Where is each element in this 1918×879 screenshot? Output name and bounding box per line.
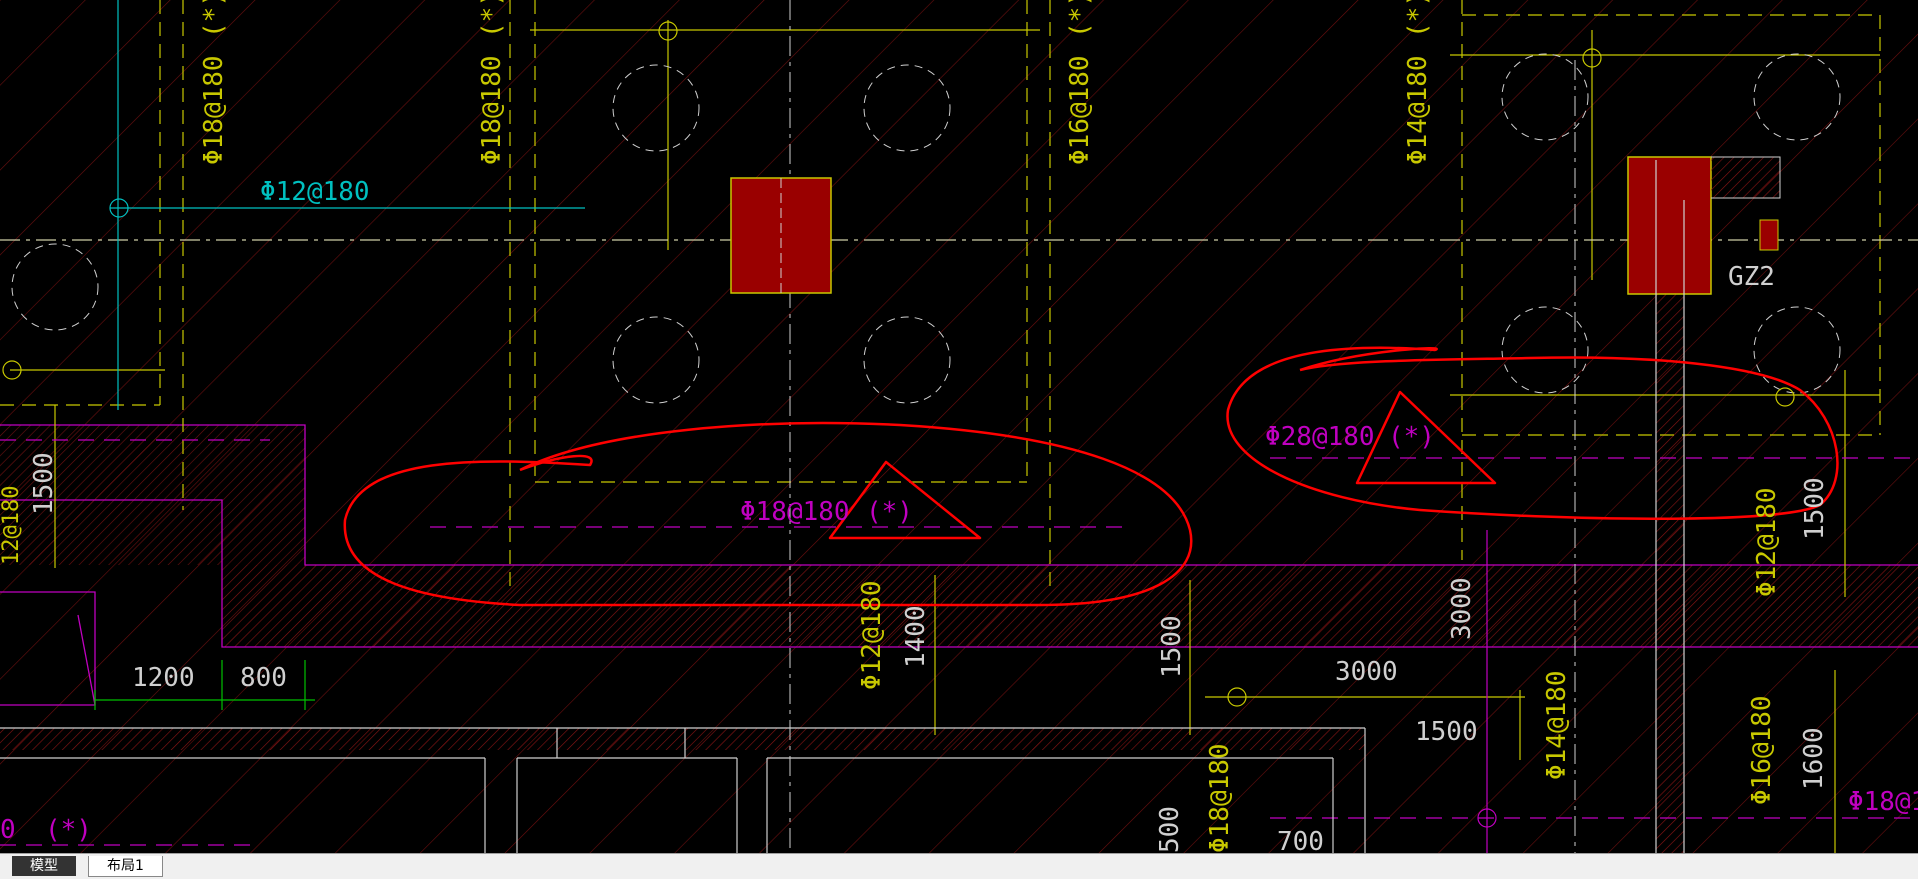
rebar-label-bottom-mid: Φ18@180 [1205,743,1235,853]
wall-bottom-hatch [0,728,1365,750]
rebar-label-top-4-star: (*) [1403,0,1433,38]
rebar-label-top-3: Φ16@180 [1065,55,1095,165]
rebar-label-top-4: Φ14@180 [1403,55,1433,165]
rebar-label-circled-right: Φ28@180 [1265,422,1375,452]
dim-800: 800 [240,663,287,693]
dim-1500-left: 1500 [29,452,59,515]
dim-1500-lower: 1500 [1415,717,1478,747]
column-red-gz2 [1627,156,1712,295]
dim-1600: 1600 [1799,727,1829,790]
rebar-label-top-1-star: (*) [199,0,229,38]
rebar-label-top-2-star: (*) [477,0,507,38]
rebar-label-vertical-mid: Φ12@180 [857,580,887,690]
rebar-label-vertical-right: Φ12@180 [1752,487,1782,597]
dim-500: 500 [1155,806,1185,853]
rebar-label-top-2: Φ18@180 [477,55,507,165]
rebar-label-left-frag: 12@180 [0,486,24,565]
layout-tab-bar: 模型 布局1 [0,853,1918,879]
dim-1200: 1200 [132,663,195,693]
rebar-label-bottom-left-star: (*) [45,815,92,845]
column-l-hatch [1711,156,1781,199]
rebar-label-top-3-star: (*) [1065,0,1095,38]
tab-layout1[interactable]: 布局1 [88,856,163,877]
rebar-label-circled-mid: Φ18@180 [740,497,850,527]
rebar-label-circled-mid-star: (*) [866,497,913,527]
rebar-label-cyan: Φ12@180 [260,177,370,207]
dim-1500-right: 1500 [1800,477,1830,540]
rebar-label-circled-right-star: (*) [1388,422,1435,452]
rebar-label-vertical-far-right: Φ16@180 [1747,695,1777,805]
rebar-label-bottom-left-frag: 0 [0,815,16,845]
dim-1500-mid: 1500 [1157,615,1187,678]
cad-drawing-canvas[interactable]: Φ18@180 (*) Φ18@180 (*) Φ16@180 (*) Φ14@… [0,0,1918,853]
rebar-label-top-1: Φ18@180 [199,55,229,165]
rebar-label-vertical-right2: Φ14@180 [1542,670,1572,780]
dim-1400: 1400 [901,605,931,668]
column-tag-gz2: GZ2 [1728,262,1775,292]
column-small-marker [1759,219,1779,251]
tab-model[interactable]: 模型 [12,856,76,876]
dim-3000-horiz: 3000 [1335,657,1398,687]
dim-3000-vert: 3000 [1447,577,1477,640]
dim-700: 700 [1277,827,1324,853]
rebar-label-bottom-right: Φ18@1 [1848,787,1918,817]
